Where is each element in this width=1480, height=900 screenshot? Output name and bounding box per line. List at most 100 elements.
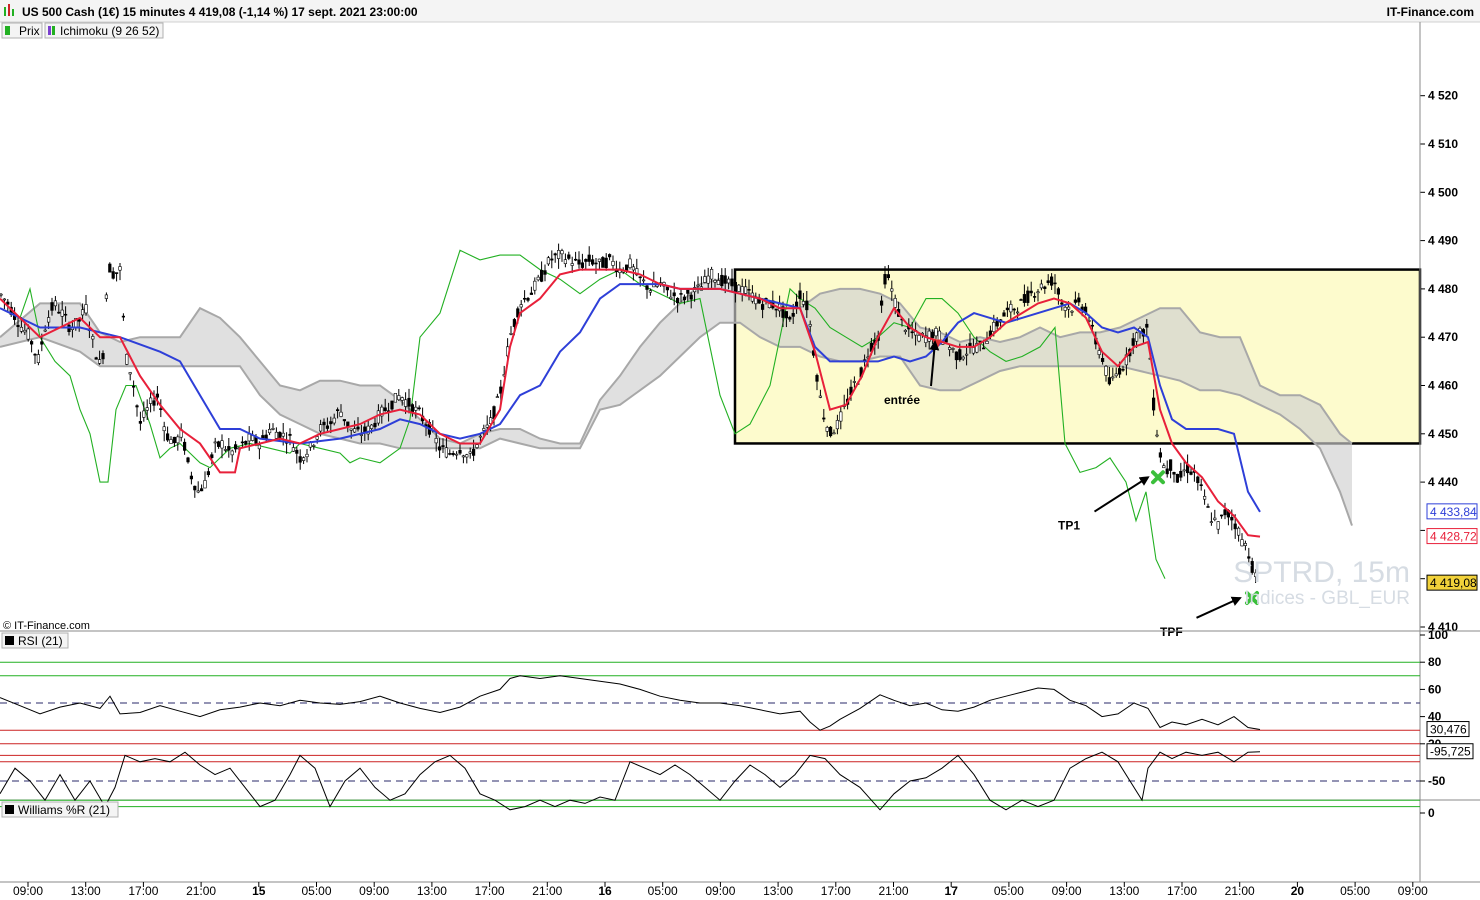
candle-body xyxy=(1070,310,1074,313)
candle-body xyxy=(1158,452,1162,458)
candle-body xyxy=(1090,324,1094,327)
last-label-text: 4 433,84 xyxy=(1430,505,1477,519)
candle-body xyxy=(274,431,279,439)
price-tick-label: 4 440 xyxy=(1428,475,1458,489)
candle-body xyxy=(461,455,466,458)
time-tick-label: 15 xyxy=(252,884,266,898)
legend-ichimoku-label: Ichimoku (9 26 52) xyxy=(60,24,159,38)
candle-body xyxy=(183,441,187,451)
candle-body xyxy=(434,438,438,444)
candle-body xyxy=(298,456,302,463)
price-axis-ticks: 4 4104 4404 4504 4604 4704 4804 4904 500… xyxy=(1420,89,1458,634)
trading-chart[interactable]: US 500 Cash (1€) 15 minutes 4 419,08 (-1… xyxy=(0,0,1480,900)
candle-body xyxy=(352,428,357,433)
candle-body xyxy=(587,254,591,262)
candle-body xyxy=(641,279,646,282)
candle-body xyxy=(961,356,965,360)
candle-body xyxy=(828,426,833,437)
candle-body xyxy=(1206,506,1210,508)
legend-price[interactable]: Prix xyxy=(1,22,43,39)
candle-body xyxy=(138,421,143,424)
candle-body xyxy=(675,297,680,304)
candle-body xyxy=(1135,332,1139,342)
candle-body xyxy=(815,375,819,382)
candle-body xyxy=(339,411,343,417)
candle-body xyxy=(590,259,595,265)
candle-body xyxy=(115,272,119,274)
rsi-tick-label: 60 xyxy=(1428,682,1442,696)
annotation-label: TPF xyxy=(1160,625,1183,639)
time-tick-label: 09:00 xyxy=(705,884,735,898)
candle-body xyxy=(159,408,163,410)
candle-body xyxy=(84,304,88,314)
williams-legend[interactable]: Williams %R (21) xyxy=(1,801,119,818)
time-axis: 09:00 13:00 17:00 21:00 15 05:00 09:00 13:00 17:… xyxy=(13,882,1428,898)
candle-body xyxy=(166,433,170,441)
candle-body xyxy=(376,410,381,424)
candle-body xyxy=(312,445,316,447)
williams-title: Williams %R (21) xyxy=(18,803,110,817)
candle-body xyxy=(94,357,98,360)
candle-body xyxy=(206,471,211,476)
candle-body xyxy=(1067,306,1071,310)
annotation-arrow xyxy=(1196,596,1242,619)
candle-body xyxy=(529,292,533,295)
candle-body xyxy=(733,281,737,293)
last-label-text: 4 419,08 xyxy=(1430,576,1477,590)
candle-body xyxy=(1111,376,1115,379)
annotation-label: entrée xyxy=(884,393,920,407)
candle-body xyxy=(400,397,404,401)
candle-body xyxy=(992,322,996,332)
price-tick-label: 4 470 xyxy=(1428,330,1458,344)
candle-body xyxy=(839,411,843,422)
time-tick-label: 13:00 xyxy=(71,884,101,898)
candle-body xyxy=(1165,468,1169,475)
annotation-label: TP1 xyxy=(1058,519,1080,533)
candle-body xyxy=(162,426,166,432)
rsi-legend[interactable]: RSI (21) xyxy=(1,632,69,649)
candle-body xyxy=(747,289,751,291)
candle-body xyxy=(910,331,914,334)
candle-body xyxy=(291,447,296,452)
candle-body xyxy=(329,421,333,425)
williams-last-value: -95,725 xyxy=(1430,745,1471,759)
candle-body xyxy=(390,400,394,410)
candle-body xyxy=(539,269,544,282)
candle-body xyxy=(50,302,54,311)
candle-body xyxy=(631,266,635,271)
candle-body xyxy=(60,309,64,317)
candle-body xyxy=(995,320,999,327)
candle-body xyxy=(1172,472,1176,475)
candle-body xyxy=(1230,517,1234,521)
legend-ichimoku[interactable]: Ichimoku (9 26 52) xyxy=(44,22,164,39)
candle-body xyxy=(172,436,177,444)
time-tick-label: 09:00 xyxy=(1052,884,1082,898)
candle-body xyxy=(1077,297,1081,303)
candle-body xyxy=(883,274,887,285)
candle-body xyxy=(247,433,251,442)
candle-body xyxy=(444,447,449,458)
candle-body xyxy=(64,313,68,316)
candle-body xyxy=(322,421,326,426)
candle-body xyxy=(1223,509,1227,516)
candle-body xyxy=(81,309,85,316)
candle-body xyxy=(213,441,217,444)
candle-body xyxy=(1233,523,1237,530)
candle-body xyxy=(1152,397,1156,411)
candle-body xyxy=(964,353,969,356)
candle-body xyxy=(533,280,537,291)
price-tick-label: 4 480 xyxy=(1428,282,1458,296)
price-tick-label: 4 520 xyxy=(1428,89,1458,103)
price-tick-label: 4 510 xyxy=(1428,137,1458,151)
candle-body xyxy=(155,393,160,398)
candle-body xyxy=(805,300,809,311)
candle-body xyxy=(475,444,479,448)
brand-label[interactable]: IT-Finance.com xyxy=(1387,5,1474,19)
time-tick-label: 09:00 xyxy=(359,884,389,898)
candle-body xyxy=(203,480,207,489)
candle-body xyxy=(261,435,265,439)
candle-body xyxy=(468,451,472,454)
candle-body xyxy=(485,424,489,428)
candle-body xyxy=(645,285,649,290)
rsi-title: RSI (21) xyxy=(18,634,63,648)
